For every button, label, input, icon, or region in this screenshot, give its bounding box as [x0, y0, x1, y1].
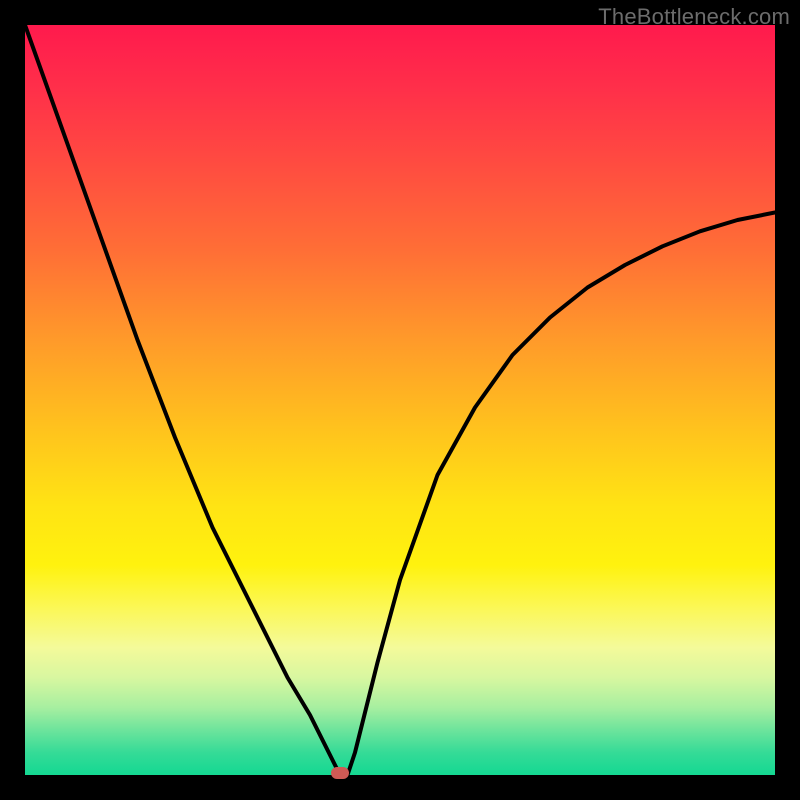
- bottleneck-curve: [25, 25, 775, 775]
- optimum-marker: [331, 767, 349, 779]
- plot-area: [25, 25, 775, 775]
- chart-frame: TheBottleneck.com: [0, 0, 800, 800]
